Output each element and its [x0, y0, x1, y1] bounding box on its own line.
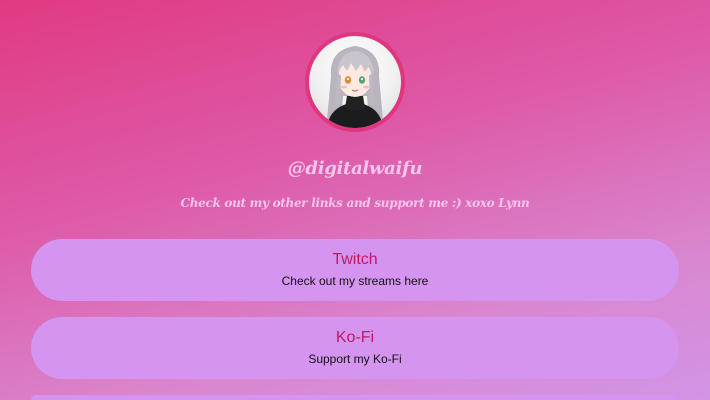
avatar-illustration-icon — [327, 46, 383, 128]
profile-bio: Check out my other links and support me … — [180, 196, 530, 210]
link-title: Ko-Fi — [335, 329, 375, 346]
avatar — [305, 32, 405, 132]
link-button-partial[interactable] — [31, 395, 679, 400]
link-button-kofi[interactable]: Ko-Fi Support my Ko-Fi — [31, 317, 679, 379]
profile-handle: @digitalwaifu — [287, 158, 423, 179]
avatar-image — [309, 36, 401, 128]
link-subtitle: Check out my streams here — [281, 274, 429, 288]
link-button-twitch[interactable]: Twitch Check out my streams here — [31, 239, 679, 301]
link-subtitle: Support my Ko-Fi — [308, 352, 402, 366]
link-title: Twitch — [332, 251, 378, 268]
